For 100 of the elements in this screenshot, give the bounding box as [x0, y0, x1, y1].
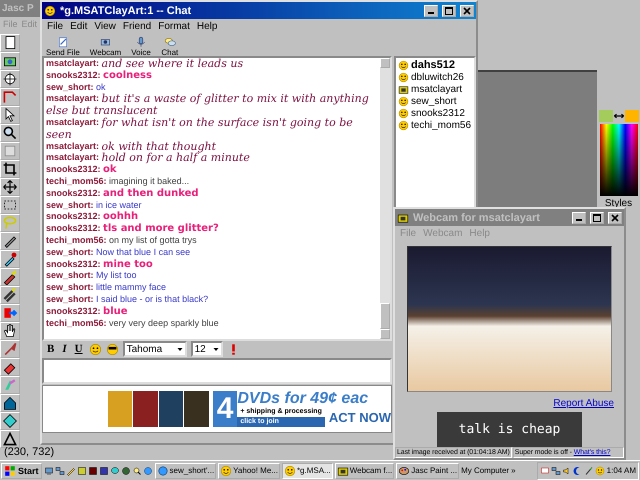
brush-icon[interactable] — [0, 268, 20, 286]
maximize-icon — [445, 6, 453, 14]
photo-placeholder — [108, 391, 132, 427]
menu-item[interactable]: File — [47, 21, 64, 34]
chat-message: snooks2312: and then dunked — [46, 188, 200, 200]
smiley-icon — [398, 108, 409, 118]
chevron-button[interactable]: » — [511, 466, 516, 475]
clone-icon[interactable] — [0, 304, 20, 322]
minimize-button[interactable] — [424, 4, 438, 16]
page-icon[interactable] — [0, 34, 20, 52]
smiley-icon — [220, 464, 232, 476]
clock: 1:04 AM — [606, 466, 636, 475]
smiley-icon — [44, 4, 56, 16]
chat-message: snooks2312: ok — [46, 164, 118, 176]
monitor-icon[interactable] — [540, 466, 550, 476]
eraser-icon[interactable] — [0, 358, 20, 376]
italic-button[interactable]: I — [60, 343, 69, 355]
pencil-icon[interactable] — [66, 466, 76, 476]
smiley-icon — [398, 120, 409, 130]
chat-message: sew_short: ok — [46, 82, 107, 94]
message-input-field[interactable] — [42, 358, 392, 384]
background-swatch[interactable] — [624, 110, 638, 122]
diamond-icon[interactable] — [0, 412, 20, 430]
menu-item[interactable]: Friend — [122, 21, 152, 34]
user-list-item[interactable]: dahs512 — [398, 59, 472, 71]
font-size-dropdown[interactable]: 12 — [190, 341, 223, 357]
report-abuse-link[interactable]: Report Abuse — [553, 398, 614, 410]
minimize-icon — [576, 219, 582, 221]
hand-icon[interactable] — [0, 322, 20, 340]
globe-icon — [156, 464, 169, 476]
color-spectrum[interactable] — [600, 124, 638, 196]
user-list-item[interactable]: msatclayart — [398, 83, 472, 95]
scrollbar[interactable] — [380, 58, 390, 339]
chat-message: msatclayart: hold on for a half a minute — [46, 152, 251, 164]
square-icon[interactable] — [76, 466, 87, 476]
window-title: Jasc P — [2, 3, 35, 14]
taskbar-button[interactable]: Yahoo! Me... — [218, 462, 280, 478]
taskbar-button[interactable]: *g.MSA... — [282, 462, 333, 478]
menu-item[interactable]: View — [94, 21, 116, 34]
smiley-icon[interactable] — [594, 466, 605, 476]
ad-text: ACT NOW — [328, 410, 391, 424]
magnifier-icon[interactable] — [0, 124, 20, 142]
webcam-icon — [336, 464, 349, 476]
user-list-item[interactable]: snooks2312 — [398, 107, 472, 119]
crosshair-icon[interactable] — [0, 70, 20, 88]
taskbar-button[interactable]: Webcam f... — [334, 462, 394, 478]
pointer-icon[interactable] — [0, 106, 20, 124]
user-list-item[interactable]: dbluwitch26 — [398, 71, 472, 83]
toolbar-button[interactable]: Voice — [131, 36, 151, 56]
chat-message: sew_short: I said blue - or is that black? — [46, 294, 210, 306]
pen-icon[interactable] — [0, 232, 20, 250]
taskbar-button[interactable]: Jasc Paint ... — [396, 462, 460, 478]
taskbar-button[interactable]: sew_short'... — [154, 462, 216, 478]
crop-icon[interactable] — [0, 160, 20, 178]
user-list-item[interactable]: techi_mom56 — [398, 119, 472, 131]
camera-icon[interactable] — [0, 52, 20, 70]
underline-button[interactable]: U — [72, 343, 85, 355]
selection-icon[interactable] — [0, 196, 20, 214]
cursor-coordinates: (230, 732) — [4, 446, 54, 458]
chat-message: msatclayart: ok with that thought — [46, 140, 218, 152]
move-icon[interactable] — [0, 178, 20, 196]
smiley-icon — [398, 96, 409, 106]
smiley-icon — [284, 464, 296, 476]
network-icon[interactable] — [54, 466, 65, 476]
computer-icon[interactable] — [44, 466, 54, 476]
paint-palette-icon — [398, 464, 410, 476]
globe-icon[interactable] — [142, 466, 153, 476]
address-toolbar-label: My Computer — [461, 466, 510, 475]
foreground-swatch[interactable] — [598, 110, 612, 122]
chat-message: msatclayart: and see where it leads us — [46, 58, 244, 70]
double-brush-icon[interactable] — [0, 286, 20, 304]
close-icon — [463, 6, 471, 14]
windows-logo-icon — [4, 464, 16, 476]
menu-item[interactable]: Format — [158, 21, 190, 34]
toolbar-button[interactable]: Webcam — [90, 36, 122, 56]
chat-message: sew_short: in ice water — [46, 200, 143, 211]
user-list-item[interactable]: sew_short — [398, 95, 472, 107]
chat-bubble-icon[interactable] — [110, 466, 120, 476]
toolbar-button[interactable]: Send File — [46, 36, 80, 56]
network-icon[interactable] — [550, 466, 561, 476]
start-button[interactable]: Start — [1, 462, 42, 478]
smiley-icon[interactable] — [88, 342, 102, 356]
dropper-icon[interactable] — [0, 250, 20, 268]
close-button[interactable] — [460, 4, 474, 16]
chat-message: techi_mom56: very very deep sparkly blue — [46, 318, 220, 330]
house-icon[interactable] — [0, 394, 20, 412]
ad-headline: DVDs for 49¢ eac — [237, 391, 370, 407]
chat-message: sew_short: My list too — [46, 270, 138, 282]
menu-item[interactable]: Edit — [70, 21, 88, 34]
menu-item[interactable]: Help — [196, 21, 218, 34]
bold-button[interactable]: B — [45, 343, 56, 355]
font-dropdown[interactable]: Tahoma — [122, 341, 187, 357]
maximize-icon — [593, 214, 601, 222]
maximize-button[interactable] — [442, 4, 456, 16]
webcam-icon — [397, 212, 409, 224]
chat-message: snooks2312: tls and more glitter? — [46, 223, 220, 235]
sunglasses-smiley-icon[interactable] — [106, 342, 119, 356]
magnifier-icon[interactable] — [132, 466, 142, 476]
smiley-icon — [398, 72, 409, 82]
toolbar-button[interactable]: Chat — [160, 36, 179, 56]
